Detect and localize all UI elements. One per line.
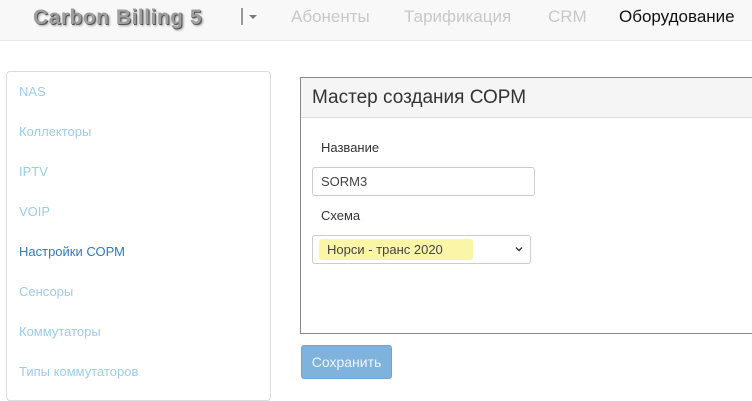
divider — [241, 8, 243, 26]
sorm-wizard-panel: Мастер создания СОРМ Название Схема Норс… — [300, 77, 752, 334]
page-title: Мастер создания СОРМ — [312, 87, 527, 108]
caret-down-icon — [249, 14, 257, 19]
brand-logo[interactable]: Carbon Billing 5 — [33, 6, 202, 30]
sidebar: NAS Коллекторы IPTV VOIP Настройки СОРМ … — [6, 71, 271, 401]
sidebar-item-collectors[interactable]: Коллекторы — [19, 124, 91, 139]
nav-item-subscribers[interactable]: Абоненты — [291, 7, 370, 27]
sidebar-item-switches[interactable]: Коммутаторы — [19, 324, 101, 339]
nav-dropdown-toggle[interactable] — [241, 6, 257, 26]
top-navbar: Carbon Billing 5 Абоненты Тарификация CR… — [0, 0, 752, 41]
sidebar-item-nas[interactable]: NAS — [19, 84, 46, 99]
nav-item-tariffication[interactable]: Тарификация — [404, 7, 511, 27]
sidebar-item-sorm-settings[interactable]: Настройки СОРМ — [19, 244, 125, 259]
sidebar-item-switch-types[interactable]: Типы коммутаторов — [19, 364, 138, 379]
nav-item-crm[interactable]: CRM — [548, 7, 587, 27]
chevron-down-icon — [515, 247, 523, 252]
sidebar-item-iptv[interactable]: IPTV — [19, 164, 48, 179]
save-button[interactable]: Сохранить — [301, 345, 392, 379]
sidebar-item-voip[interactable]: VOIP — [19, 204, 50, 219]
scheme-select[interactable]: Норси - транс 2020 — [312, 235, 531, 264]
nav-item-equipment[interactable]: Оборудование — [619, 7, 735, 27]
scheme-select-value: Норси - транс 2020 — [327, 242, 443, 257]
name-label: Название — [321, 140, 380, 155]
name-input[interactable] — [312, 167, 535, 196]
sidebar-item-sensors[interactable]: Сенсоры — [19, 284, 73, 299]
panel-heading: Мастер создания СОРМ — [301, 78, 752, 118]
scheme-label: Схема — [321, 208, 361, 223]
